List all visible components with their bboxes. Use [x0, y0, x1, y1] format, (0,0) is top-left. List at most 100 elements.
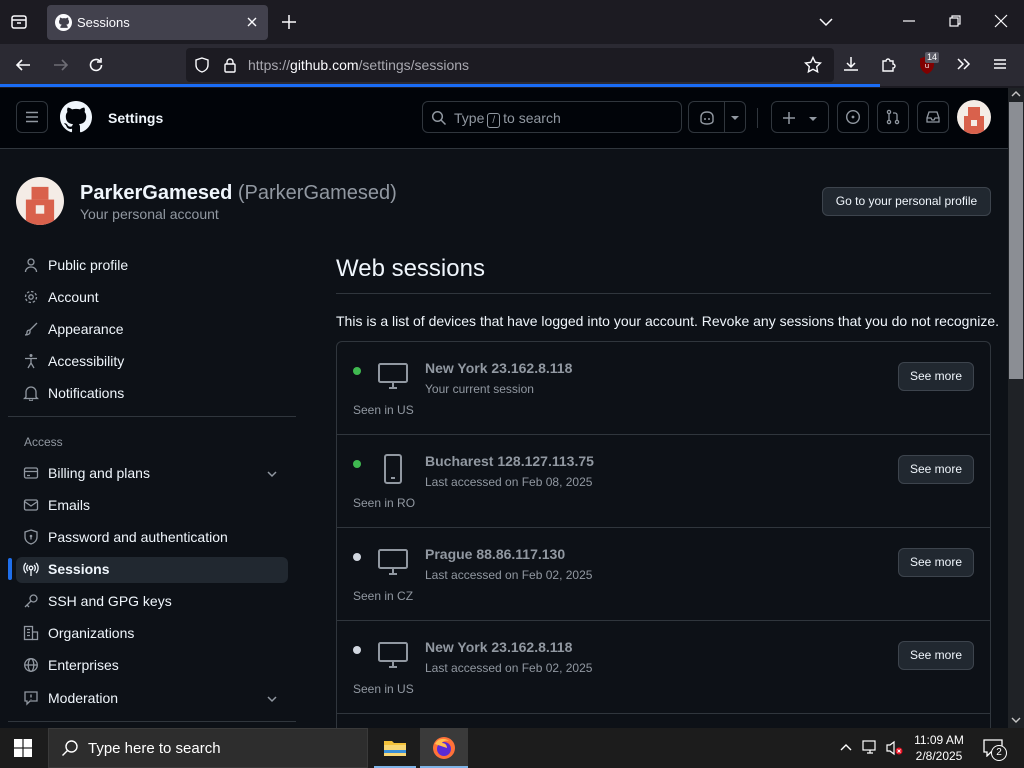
url-bar[interactable]: https://github.com/settings/sessions — [186, 48, 834, 82]
session-location[interactable]: Bucharest 128.127.113.75 — [425, 453, 594, 469]
mobile-icon — [384, 454, 402, 484]
firefox-taskbar-button[interactable] — [420, 728, 468, 768]
taskbar-search-placeholder: Type here to search — [88, 740, 221, 757]
windows-taskbar: Type here to search 11:09 AM 2/8/2025 2 — [0, 728, 1024, 768]
ublock-origin-icon[interactable]: u 14 — [918, 52, 942, 76]
global-nav-menu-button[interactable] — [16, 101, 48, 133]
back-icon[interactable] — [14, 56, 32, 74]
see-more-button[interactable]: See more — [898, 362, 974, 391]
inbox-button[interactable] — [917, 101, 949, 133]
network-icon[interactable] — [862, 740, 880, 756]
github-favicon-icon — [55, 14, 72, 31]
forward-icon[interactable] — [52, 56, 70, 74]
system-clock[interactable]: 11:09 AM 2/8/2025 — [908, 732, 970, 764]
person-icon — [24, 258, 38, 273]
show-hidden-icons-chevron-icon[interactable] — [840, 742, 852, 752]
clock-time: 11:09 AM — [914, 733, 964, 747]
notification-center-icon[interactable]: 2 — [983, 739, 1007, 761]
sidebar-item-account[interactable]: Account — [20, 285, 288, 311]
overflow-chevrons-icon[interactable] — [955, 55, 973, 73]
title-divider — [336, 293, 991, 294]
volume-muted-icon[interactable] — [886, 740, 904, 756]
scrollbar-thumb[interactable] — [1009, 102, 1023, 379]
sidebar-item-label: Billing and plans — [48, 465, 150, 481]
extensions-puzzle-icon[interactable] — [880, 55, 898, 73]
tracking-protection-shield-icon[interactable] — [194, 57, 210, 73]
bookmark-star-icon[interactable] — [804, 56, 822, 74]
sidebar-item-label: Notifications — [48, 385, 125, 401]
issues-button[interactable] — [837, 101, 869, 133]
sidebar-item-appearance[interactable]: Appearance — [20, 317, 288, 343]
session-item: Prague 88.86.117.130 Last accessed on Fe… — [337, 528, 991, 621]
see-more-button[interactable]: See more — [898, 455, 974, 484]
copilot-button[interactable] — [688, 101, 746, 133]
account-name[interactable]: ParkerGamesed — [80, 182, 232, 204]
restore-icon[interactable] — [948, 14, 962, 28]
notification-count-badge: 2 — [991, 745, 1007, 761]
paintbrush-icon — [24, 322, 38, 336]
session-location[interactable]: New York 23.162.8.118 — [425, 639, 572, 655]
hamburger-menu-icon[interactable] — [991, 55, 1009, 73]
scroll-up-arrow-icon[interactable] — [1011, 90, 1021, 98]
search-input[interactable]: Type / to search — [422, 101, 682, 133]
organization-icon — [23, 625, 39, 641]
account-avatar[interactable] — [16, 177, 64, 225]
lock-icon[interactable] — [222, 57, 238, 73]
sidebar-item-moderation[interactable]: Moderation — [20, 686, 288, 712]
see-more-button[interactable]: See more — [898, 641, 974, 670]
chevron-down-icon[interactable] — [266, 693, 278, 705]
firefox-view-icon[interactable] — [10, 13, 28, 31]
minimize-icon[interactable] — [902, 14, 916, 28]
pull-requests-button[interactable] — [877, 101, 909, 133]
extension-badge: 14 — [925, 52, 940, 63]
session-location[interactable]: Prague 88.86.117.130 — [425, 546, 565, 562]
desktop-icon — [378, 549, 408, 575]
new-tab-icon[interactable] — [281, 14, 297, 30]
folder-icon — [384, 741, 406, 756]
sidebar-item-public-profile[interactable]: Public profile — [20, 253, 288, 279]
downloads-icon[interactable] — [842, 55, 860, 73]
reload-icon[interactable] — [87, 56, 105, 74]
sidebar-item-emails[interactable]: Emails — [20, 493, 288, 519]
svg-text:u: u — [925, 62, 929, 70]
tab-sessions[interactable]: Sessions — [47, 5, 268, 40]
sidebar-item-ssh-gpg-keys[interactable]: SSH and GPG keys — [20, 589, 288, 615]
session-seen-in: Seen in US — [353, 682, 414, 696]
report-icon — [24, 691, 38, 706]
session-status-dot — [353, 553, 361, 561]
sidebar-item-billing[interactable]: Billing and plans — [20, 461, 288, 487]
session-detail: Your current session — [425, 382, 534, 396]
avatar[interactable] — [957, 100, 991, 134]
sidebar-item-organizations[interactable]: Organizations — [20, 621, 288, 647]
sidebar-divider — [8, 416, 296, 417]
sidebar-item-label: Public profile — [48, 257, 129, 273]
sidebar-item-sessions[interactable]: Sessions — [16, 557, 288, 583]
sidebar-item-notifications[interactable]: Notifications — [20, 381, 288, 407]
url-text[interactable]: https://github.com/settings/sessions — [248, 57, 469, 73]
go-to-profile-button[interactable]: Go to your personal profile — [822, 187, 991, 216]
file-explorer-taskbar-button[interactable] — [374, 728, 416, 768]
copilot-dropdown-icon[interactable] — [730, 114, 740, 122]
desktop-icon — [378, 642, 408, 668]
header-title[interactable]: Settings — [108, 110, 163, 126]
search-icon — [431, 110, 447, 126]
close-tab-icon[interactable] — [244, 14, 260, 30]
sidebar-item-password-authentication[interactable]: Password and authentication — [20, 525, 288, 551]
sidebar-item-label: Organizations — [48, 625, 135, 641]
sidebar-item-accessibility[interactable]: Accessibility — [20, 349, 288, 375]
github-logo-icon[interactable] — [60, 101, 92, 133]
issue-opened-icon — [845, 109, 861, 125]
chevron-down-icon[interactable] — [266, 468, 278, 480]
windows-start-icon[interactable] — [14, 739, 32, 757]
see-more-button[interactable]: See more — [898, 548, 974, 577]
session-location[interactable]: New York 23.162.8.118 — [425, 360, 572, 376]
broadcast-icon — [23, 562, 39, 576]
create-new-button[interactable] — [771, 101, 829, 133]
desktop-icon — [378, 363, 408, 389]
sidebar-item-label: SSH and GPG keys — [48, 593, 172, 609]
scroll-down-arrow-icon[interactable] — [1011, 716, 1021, 724]
close-window-icon[interactable] — [994, 14, 1008, 28]
sidebar-item-enterprises[interactable]: Enterprises — [20, 653, 288, 679]
taskbar-search-input[interactable]: Type here to search — [48, 728, 368, 768]
list-tabs-icon[interactable] — [818, 14, 834, 30]
